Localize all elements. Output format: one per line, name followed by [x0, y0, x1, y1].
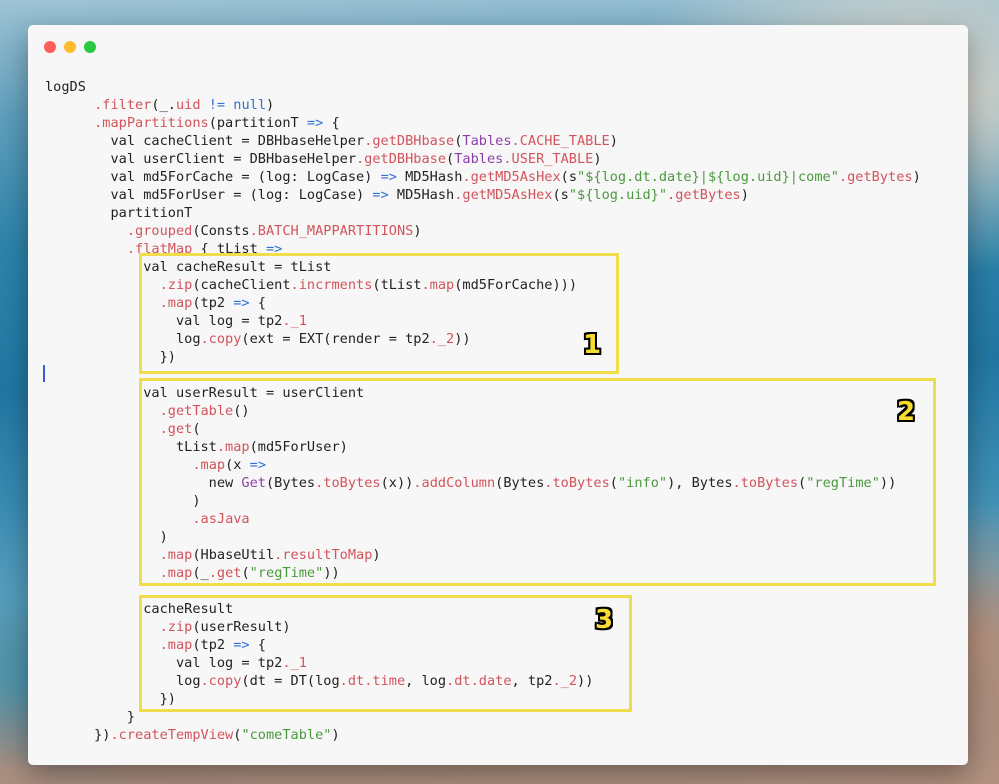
- code-token: ): [912, 169, 921, 185]
- code-token: (_.: [151, 97, 176, 113]
- code-token: Tables: [454, 151, 504, 167]
- code-token: .getDBHbase: [356, 151, 447, 167]
- code-token: val cacheClient = DBHbaseHelper: [45, 133, 365, 149]
- code-token: .CACHE_TABLE: [511, 133, 610, 149]
- code-token: .filter: [94, 97, 152, 113]
- code-token: "comeTable": [241, 727, 332, 743]
- code-token: }: [45, 709, 136, 725]
- code-token: !=: [208, 97, 226, 113]
- code-line: partitionT: [45, 204, 192, 222]
- code-token: (partitionT: [208, 115, 307, 131]
- code-line: val md5ForCache = (log: LogCase) => MD5H…: [45, 168, 921, 186]
- code-token: {: [323, 115, 340, 131]
- code-token: null: [233, 97, 267, 113]
- code-token: (Consts: [192, 223, 250, 239]
- close-button[interactable]: [44, 41, 56, 53]
- code-token: val userClient = DBHbaseHelper: [45, 151, 356, 167]
- code-token: ): [593, 151, 602, 167]
- code-token: val md5ForCache = (log: LogCase): [45, 169, 381, 185]
- code-token: val md5ForUser = (log: LogCase): [45, 187, 373, 203]
- code-line: .mapPartitions(partitionT => {: [45, 114, 340, 132]
- code-token: Tables: [462, 133, 512, 149]
- highlight-box-3: [139, 595, 632, 712]
- code-token: .getMD5AsHex: [462, 169, 561, 185]
- code-token: ): [266, 97, 275, 113]
- annotation-badge-3: 3: [595, 605, 614, 635]
- annotation-badge-2: 2: [897, 397, 916, 427]
- code-token: ): [331, 727, 340, 743]
- code-token: "${log.dt.date}|${log.uid}|come": [577, 169, 839, 185]
- code-token: .getBytes: [667, 187, 741, 203]
- code-line: val cacheClient = DBHbaseHelper.getDBHba…: [45, 132, 618, 150]
- code-token: .getMD5AsHex: [454, 187, 553, 203]
- code-token: .mapPartitions: [94, 115, 209, 131]
- annotation-badge-1: 1: [583, 330, 602, 360]
- code-line: }: [45, 708, 135, 726]
- code-token: ): [413, 223, 422, 239]
- code-token: partitionT: [45, 205, 193, 221]
- code-line: val userClient = DBHbaseHelper.getDBHbas…: [45, 150, 602, 168]
- code-line: .grouped(Consts.BATCH_MAPPARTITIONS): [45, 222, 422, 240]
- code-token: .USER_TABLE: [503, 151, 594, 167]
- code-token: .getDBHbase: [364, 133, 455, 149]
- code-line: val md5ForUser = (log: LogCase) => MD5Ha…: [45, 186, 749, 204]
- code-token: .grouped: [126, 223, 193, 239]
- code-token: .getBytes: [838, 169, 913, 185]
- minimize-button[interactable]: [64, 41, 76, 53]
- code-line: }).createTempView("comeTable"): [45, 726, 340, 744]
- code-token: =>: [380, 169, 397, 185]
- code-token: =>: [372, 187, 389, 203]
- zoom-button[interactable]: [84, 41, 96, 53]
- code-token: }): [45, 727, 111, 743]
- highlight-box-1: [139, 253, 619, 374]
- code-token: ): [609, 133, 618, 149]
- code-token: (: [446, 151, 455, 167]
- highlight-box-2: [139, 378, 936, 586]
- code-token: (s: [552, 187, 569, 203]
- code-token: =>: [306, 115, 324, 131]
- code-window: logDS .filter(_.uid != null) .mapPartiti…: [28, 25, 968, 765]
- code-line: logDS: [45, 78, 86, 96]
- code-token: ): [740, 187, 749, 203]
- code-line: .filter(_.uid != null): [45, 96, 274, 114]
- code-token: MD5Hash: [388, 187, 455, 203]
- code-token: uid: [175, 97, 201, 113]
- code-token: logDS: [45, 79, 86, 95]
- code-token: (s: [560, 169, 578, 185]
- code-token: MD5Hash: [396, 169, 463, 185]
- text-cursor: [43, 365, 45, 382]
- code-token: .createTempView: [110, 727, 234, 743]
- code-token: .BATCH_MAPPARTITIONS: [249, 223, 414, 239]
- code-token: "${log.uid}": [568, 187, 668, 203]
